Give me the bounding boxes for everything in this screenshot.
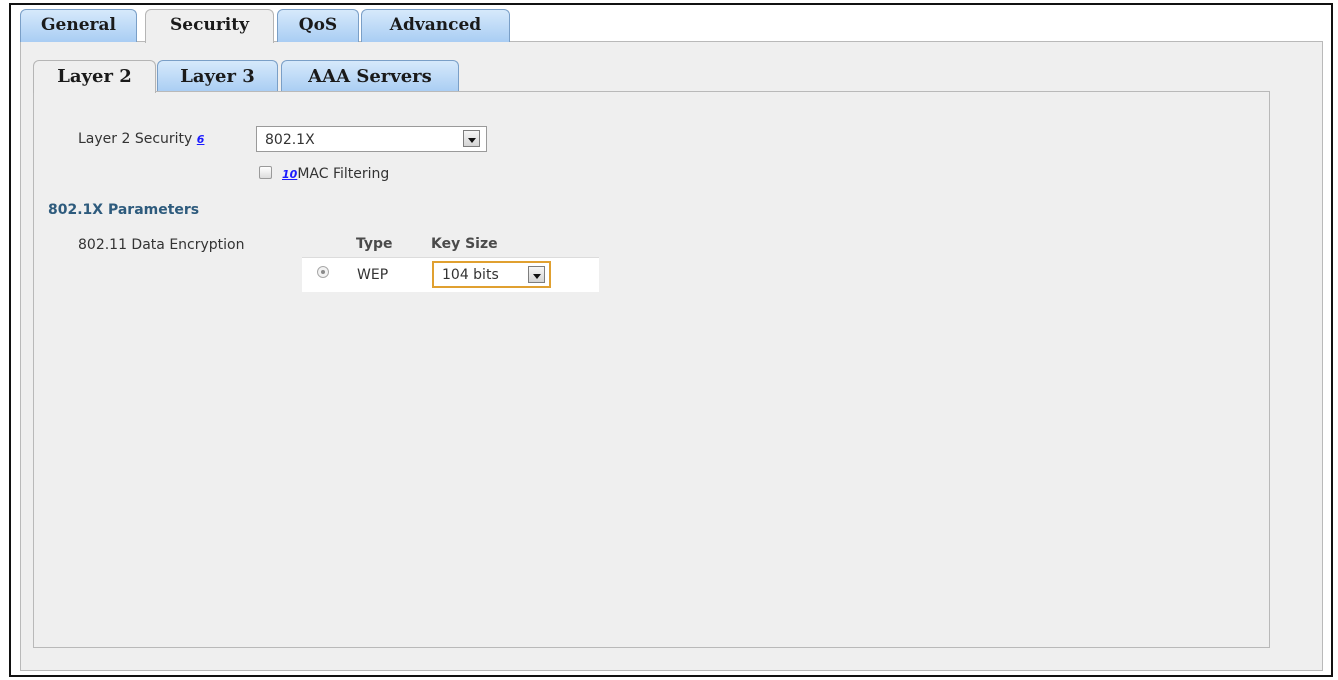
column-header-type: Type — [356, 236, 393, 252]
data-encryption-label: 802.11 Data Encryption — [78, 237, 245, 253]
layer2-security-select[interactable]: 802.1X — [256, 126, 487, 152]
layer2-security-value: 802.1X — [265, 132, 315, 148]
tab-qos[interactable]: QoS — [277, 9, 359, 42]
tab-general[interactable]: General — [20, 9, 137, 42]
chevron-down-icon[interactable] — [528, 266, 545, 283]
wep-type-label: WEP — [357, 267, 389, 283]
chevron-down-icon[interactable] — [463, 130, 480, 147]
subtab-aaa-servers[interactable]: AAA Servers — [281, 60, 459, 92]
mac-filtering-text: MAC Filtering — [297, 166, 390, 182]
help-link-10[interactable]: 10 — [282, 168, 297, 181]
key-size-select[interactable]: 104 bits — [432, 261, 551, 288]
mac-filtering-label: 10MAC Filtering — [282, 166, 389, 182]
mac-filtering-checkbox[interactable] — [259, 166, 272, 179]
wep-radio[interactable] — [317, 266, 329, 278]
layer2-security-label: Layer 2 Security 6 — [78, 131, 204, 147]
key-size-value: 104 bits — [442, 267, 499, 283]
column-header-key-size: Key Size — [431, 236, 498, 252]
help-link-6[interactable]: 6 — [197, 133, 205, 146]
section-title: 802.1X Parameters — [48, 202, 200, 218]
subtab-layer2[interactable]: Layer 2 — [33, 60, 156, 93]
tab-advanced[interactable]: Advanced — [361, 9, 510, 42]
layer2-security-text: Layer 2 Security — [78, 131, 193, 147]
tab-security[interactable]: Security — [145, 9, 274, 43]
subtab-layer3[interactable]: Layer 3 — [157, 60, 278, 92]
layer2-panel — [33, 91, 1270, 648]
